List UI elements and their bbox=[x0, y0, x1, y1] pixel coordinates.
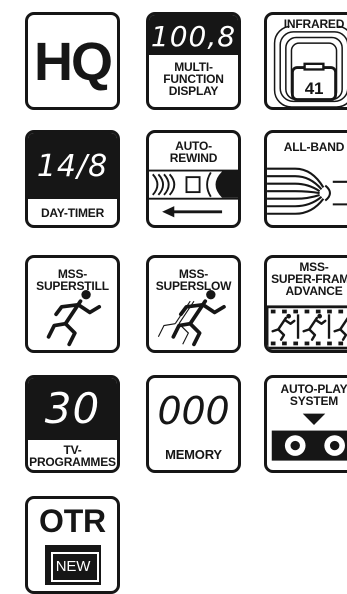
hq-icon-text: HQ bbox=[34, 32, 113, 92]
new-badge-text: NEW bbox=[55, 558, 91, 575]
auto-rewind-label: AUTO- REWIND bbox=[169, 139, 218, 165]
day-timer-label: DAY-TIMER bbox=[40, 206, 105, 220]
all-band-label: ALL-BAND bbox=[283, 140, 345, 154]
infrared-icon: INFRARED 41 bbox=[264, 12, 347, 110]
infrared-label: INFRARED bbox=[283, 17, 345, 31]
otr-icon: OTR NEW bbox=[25, 496, 120, 594]
mss-super-frame-advance-label: MSS- SUPER-FRAME ADVANCE bbox=[271, 260, 347, 298]
multi-function-display-label: MULTI- FUNCTION DISPLAY bbox=[163, 60, 224, 98]
tv-programmes-label: TV- PROGRAMMES bbox=[29, 443, 116, 469]
memory-readout: 000 bbox=[157, 389, 230, 433]
memory-icon: 000 MEMORY bbox=[146, 375, 241, 473]
mss-superstill-icon: MSS- SUPERSTILL bbox=[25, 255, 120, 353]
otr-title: OTR bbox=[39, 503, 106, 539]
auto-rewind-icon: AUTO- REWIND bbox=[146, 130, 241, 228]
display-readout: 100,8 bbox=[150, 20, 237, 53]
memory-label: MEMORY bbox=[165, 447, 222, 462]
feature-icon-sheet: HQ 100,8 MULTI- FUNCTION DISPLAY INFRARE… bbox=[0, 0, 347, 594]
mss-superslow-label: MSS- SUPERSLOW bbox=[155, 267, 232, 293]
tv-programmes-icon: 30 TV- PROGRAMMES bbox=[25, 375, 120, 473]
hq-icon: HQ bbox=[25, 12, 120, 110]
mss-superstill-label: MSS- SUPERSTILL bbox=[36, 267, 109, 293]
timer-readout: 14/8 bbox=[36, 149, 109, 184]
multi-function-display-icon: 100,8 MULTI- FUNCTION DISPLAY bbox=[146, 12, 241, 110]
infrared-value: 41 bbox=[304, 79, 324, 98]
auto-play-system-label: AUTO-PLAY SYSTEM bbox=[280, 382, 347, 408]
mss-superslow-icon: MSS- SUPERSLOW bbox=[146, 255, 241, 353]
day-timer-icon: 14/8 DAY-TIMER bbox=[25, 130, 120, 228]
auto-play-system-icon: AUTO-PLAY SYSTEM bbox=[264, 375, 347, 473]
new-badge: NEW bbox=[45, 545, 101, 585]
channel-readout: 30 bbox=[44, 384, 101, 433]
all-band-icon: ALL-BAND bbox=[264, 130, 347, 228]
mss-super-frame-advance-icon: MSS- SUPER-FRAME ADVANCE bbox=[264, 255, 347, 353]
